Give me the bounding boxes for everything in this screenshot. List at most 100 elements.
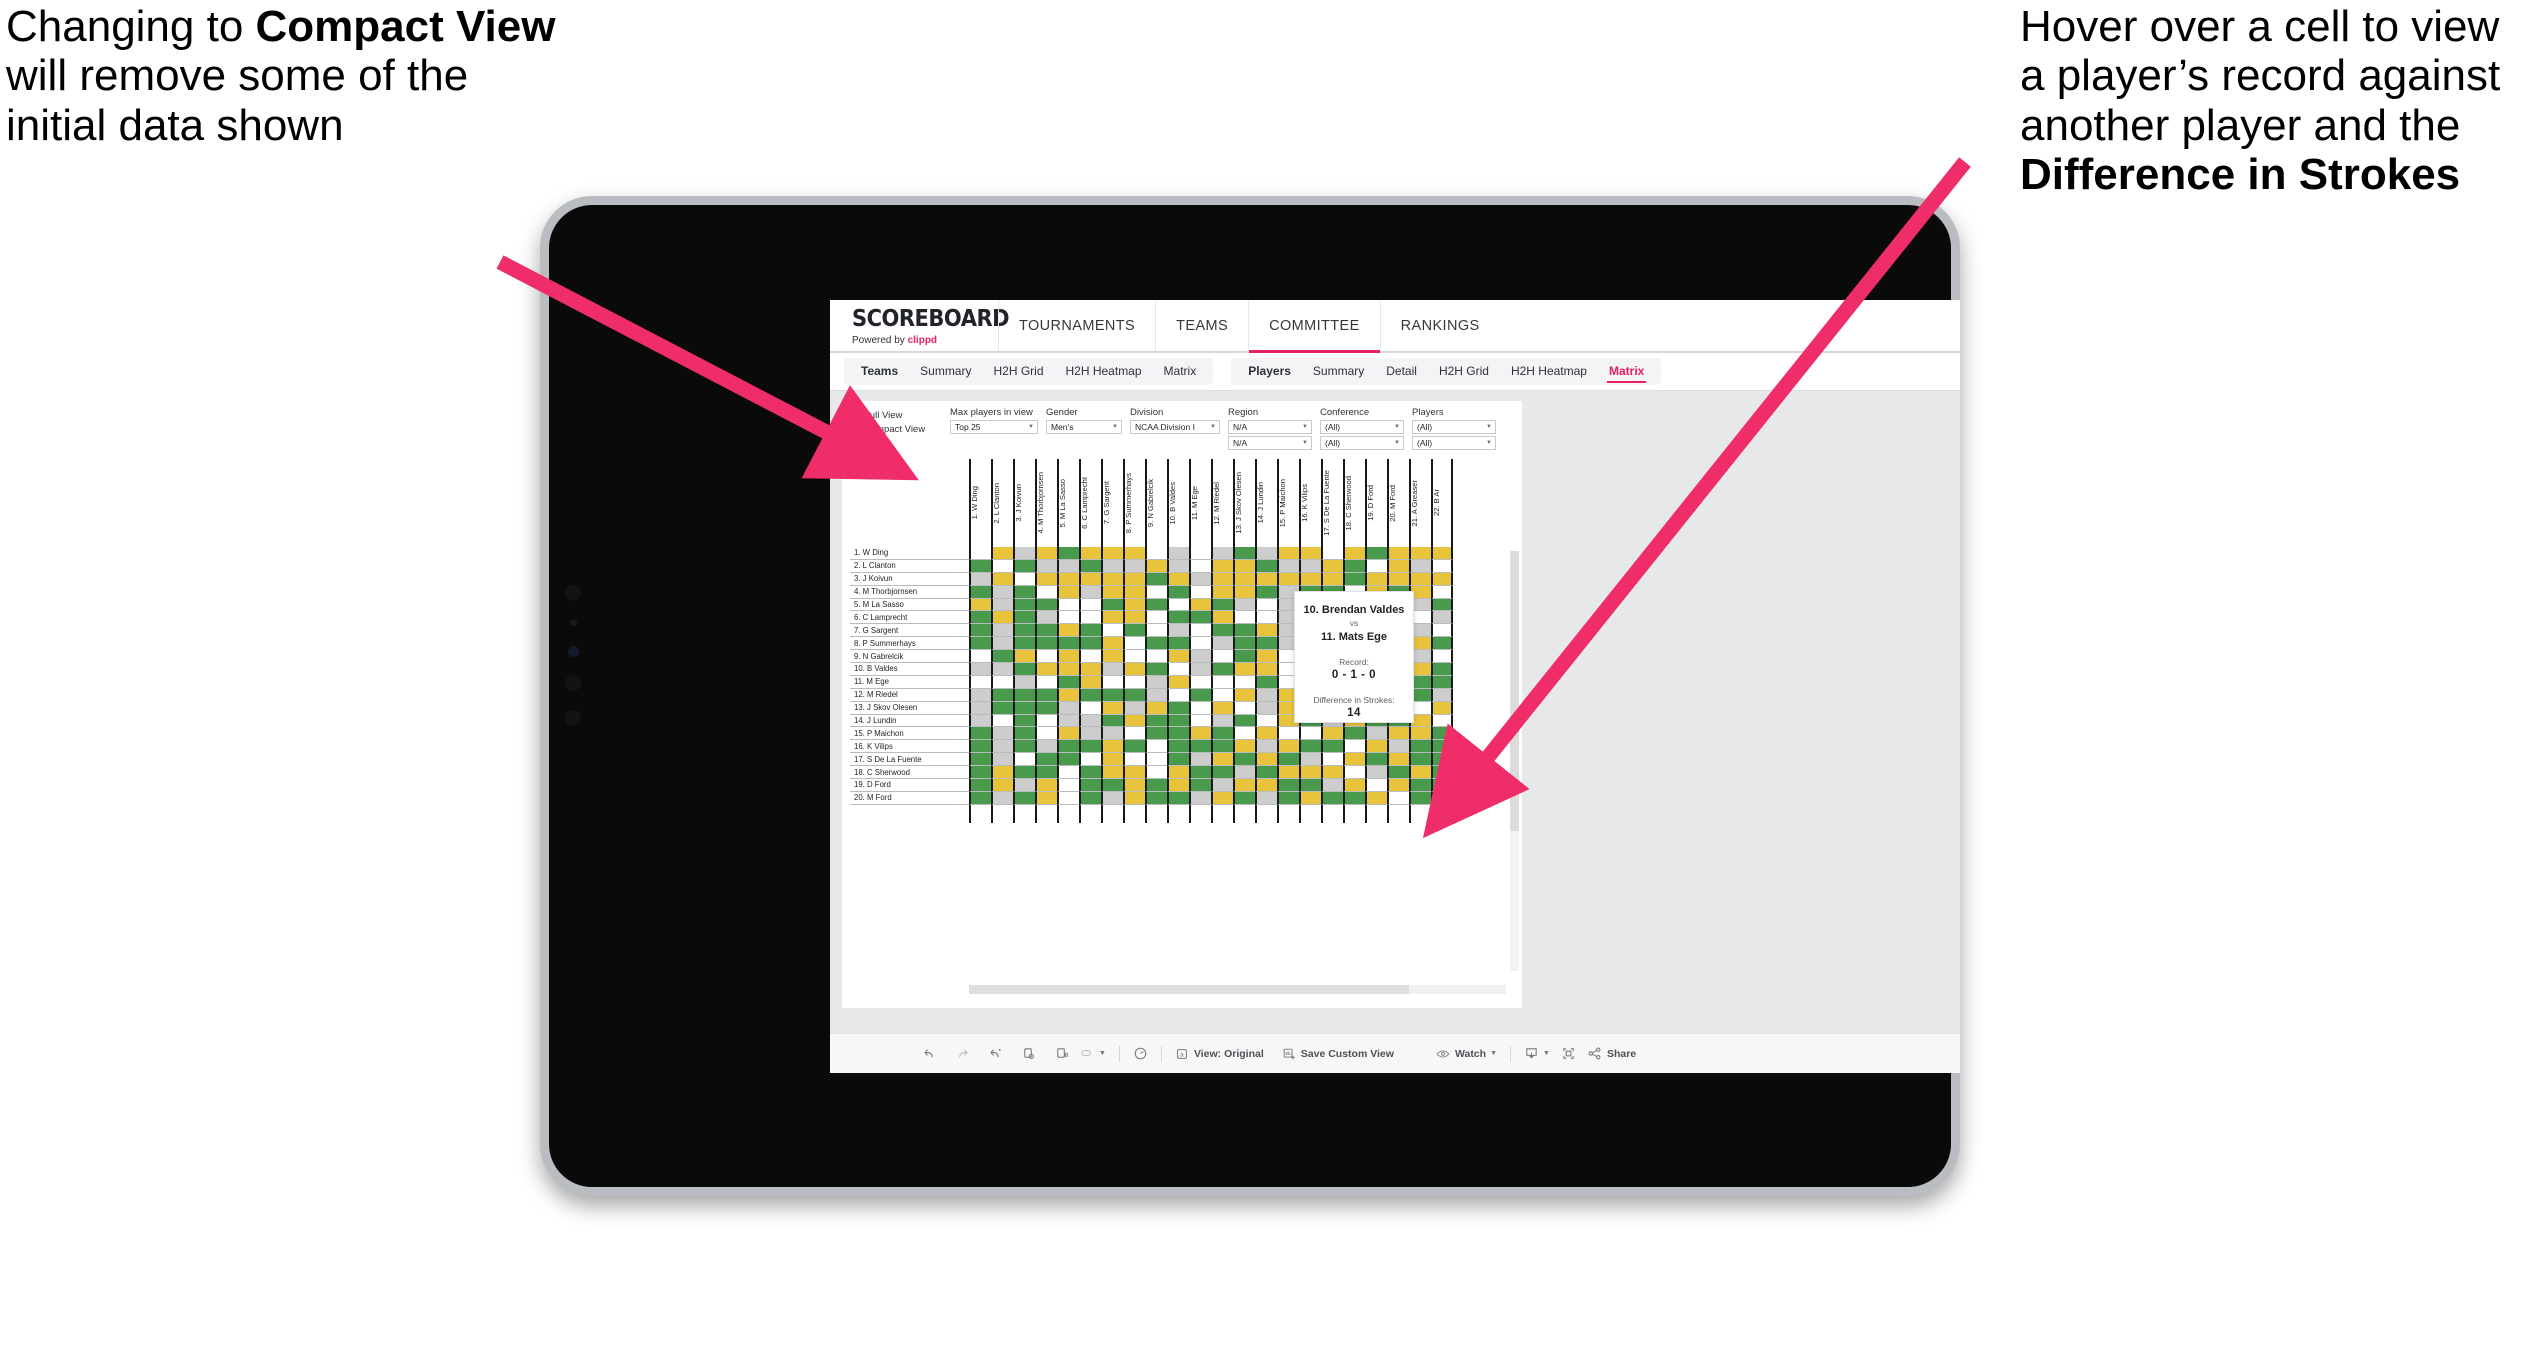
matrix-cell[interactable]: [1409, 766, 1431, 780]
horizontal-scrollbar-thumb[interactable]: [969, 985, 1409, 994]
matrix-cell[interactable]: [1365, 572, 1387, 586]
matrix-cell[interactable]: [991, 791, 1013, 805]
matrix-cell[interactable]: [1189, 611, 1211, 625]
matrix-cell[interactable]: [1013, 585, 1035, 599]
matrix-cell[interactable]: [1101, 559, 1123, 573]
matrix-cell[interactable]: [1057, 611, 1079, 625]
matrix-cell[interactable]: [1211, 766, 1233, 780]
matrix-cell[interactable]: [1123, 559, 1145, 573]
matrix-cell[interactable]: [1167, 559, 1189, 573]
matrix-cell[interactable]: [1211, 572, 1233, 586]
matrix-cell[interactable]: [1013, 650, 1035, 664]
matrix-cell[interactable]: [1211, 611, 1233, 625]
redo-button[interactable]: [955, 1046, 970, 1061]
matrix-cell[interactable]: [991, 637, 1013, 651]
matrix-cell[interactable]: [1409, 791, 1431, 805]
matrix-cell[interactable]: [1013, 791, 1035, 805]
subnav-item-teams-matrix[interactable]: Matrix: [1153, 358, 1208, 385]
matrix-cell[interactable]: [1035, 650, 1057, 664]
matrix-cell[interactable]: [1189, 637, 1211, 651]
matrix-cell[interactable]: [1277, 766, 1299, 780]
matrix-cell[interactable]: [1057, 637, 1079, 651]
matrix-cell[interactable]: [1299, 753, 1321, 767]
matrix-cell[interactable]: [1123, 547, 1145, 560]
matrix-cell[interactable]: [1079, 675, 1101, 689]
matrix-cell[interactable]: [1343, 559, 1365, 573]
matrix-cell[interactable]: [1035, 572, 1057, 586]
matrix-cell[interactable]: [1035, 598, 1057, 612]
matrix-cell[interactable]: [1211, 650, 1233, 664]
view-original-button[interactable]: a View: Original: [1175, 1047, 1264, 1061]
matrix-cell[interactable]: [969, 559, 991, 573]
matrix-cell[interactable]: [1101, 753, 1123, 767]
matrix-cell[interactable]: [1233, 753, 1255, 767]
matrix-cell[interactable]: [1079, 753, 1101, 767]
subnav-item-players-h2h-grid[interactable]: H2H Grid: [1428, 358, 1500, 385]
matrix-cell[interactable]: [1079, 547, 1101, 560]
matrix-cell[interactable]: [1233, 598, 1255, 612]
dropdown-conference[interactable]: (All) ▼: [1320, 420, 1404, 434]
matrix-cell[interactable]: [1123, 650, 1145, 664]
matrix-cell[interactable]: [1431, 624, 1453, 638]
matrix-cell[interactable]: [991, 650, 1013, 664]
matrix-cell[interactable]: [1167, 714, 1189, 728]
matrix-cell[interactable]: [1277, 572, 1299, 586]
matrix-cell[interactable]: [1101, 585, 1123, 599]
matrix-cell[interactable]: [991, 701, 1013, 715]
matrix-cell[interactable]: [1233, 779, 1255, 792]
matrix-cell[interactable]: [1343, 572, 1365, 586]
matrix-cell[interactable]: [1211, 637, 1233, 651]
matrix-cell[interactable]: [1167, 727, 1189, 741]
matrix-cell[interactable]: [1145, 611, 1167, 625]
matrix-cell[interactable]: [1343, 740, 1365, 754]
matrix-cell[interactable]: [1321, 753, 1343, 767]
matrix-cell[interactable]: [1013, 714, 1035, 728]
matrix-cell[interactable]: [969, 791, 991, 805]
matrix-cell[interactable]: [1321, 727, 1343, 741]
matrix-cell[interactable]: [1233, 559, 1255, 573]
matrix-cell[interactable]: [1057, 572, 1079, 586]
matrix-cell[interactable]: [1189, 779, 1211, 792]
matrix-cell[interactable]: [1189, 701, 1211, 715]
subnav-item-players-h2h-heatmap[interactable]: H2H Heatmap: [1500, 358, 1598, 385]
matrix-cell[interactable]: [1101, 547, 1123, 560]
subnav-item-teams-summary[interactable]: Summary: [909, 358, 982, 385]
matrix-cell[interactable]: [1123, 740, 1145, 754]
matrix-cell[interactable]: [1013, 688, 1035, 702]
matrix-cell[interactable]: [1321, 559, 1343, 573]
matrix-cell[interactable]: [1167, 688, 1189, 702]
matrix-cell[interactable]: [1145, 688, 1167, 702]
matrix-cell[interactable]: [969, 598, 991, 612]
matrix-cell[interactable]: [969, 663, 991, 676]
matrix-cell[interactable]: [1211, 559, 1233, 573]
matrix-cell[interactable]: [1189, 753, 1211, 767]
dropdown-players-secondary[interactable]: (All) ▼: [1412, 436, 1496, 450]
matrix-cell[interactable]: [1233, 585, 1255, 599]
matrix-cell[interactable]: [1057, 753, 1079, 767]
matrix-cell[interactable]: [1167, 547, 1189, 560]
matrix-cell[interactable]: [1255, 740, 1277, 754]
matrix-cell[interactable]: [1123, 714, 1145, 728]
matrix-cell[interactable]: [1387, 766, 1409, 780]
matrix-cell[interactable]: [1189, 624, 1211, 638]
matrix-cell[interactable]: [1431, 559, 1453, 573]
matrix-cell[interactable]: [1057, 766, 1079, 780]
matrix-cell[interactable]: [1321, 740, 1343, 754]
matrix-cell[interactable]: [1189, 714, 1211, 728]
matrix-cell[interactable]: [1299, 559, 1321, 573]
matrix-cell[interactable]: [1145, 701, 1167, 715]
matrix-cell[interactable]: [991, 675, 1013, 689]
dropdown-max-players[interactable]: Top 25 ▼: [950, 420, 1038, 434]
matrix-cell[interactable]: [1277, 547, 1299, 560]
matrix-cell[interactable]: [1387, 791, 1409, 805]
matrix-cell[interactable]: [1321, 791, 1343, 805]
matrix-cell[interactable]: [1057, 779, 1079, 792]
matrix-cell[interactable]: [1409, 753, 1431, 767]
matrix-cell[interactable]: [1035, 585, 1057, 599]
matrix-cell[interactable]: [1211, 675, 1233, 689]
matrix-cell[interactable]: [1189, 727, 1211, 741]
matrix-cell[interactable]: [1035, 637, 1057, 651]
matrix-cell[interactable]: [969, 611, 991, 625]
matrix-cell[interactable]: [1211, 688, 1233, 702]
matrix-cell[interactable]: [1387, 727, 1409, 741]
